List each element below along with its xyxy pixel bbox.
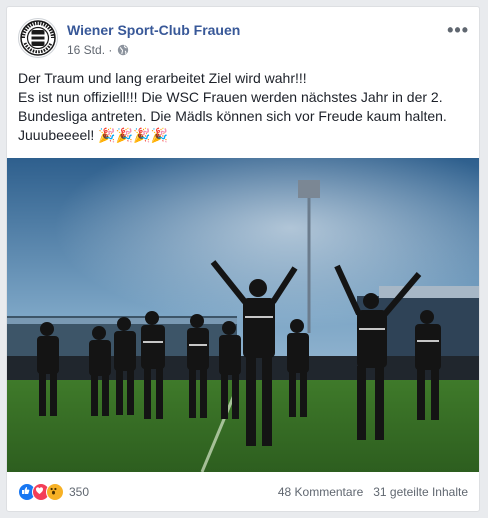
post-footer: 350 48 Kommentare 31 geteilte Inhalte	[18, 483, 468, 503]
post-meta: 16 Std. ·	[67, 43, 129, 57]
more-options-button[interactable]: •••	[447, 20, 469, 41]
wow-reaction-icon	[46, 483, 64, 501]
globe-icon[interactable]	[117, 44, 129, 56]
team-celebration-photo	[7, 158, 479, 472]
shares-count-link[interactable]: 31 geteilte Inhalte	[373, 485, 468, 499]
post-text-line: Es ist nun offiziell!!! Die WSC Frauen w…	[18, 89, 443, 105]
reaction-count[interactable]: 350	[69, 485, 89, 499]
post-text-line: Bundesliga antreten. Die Mädls können si…	[18, 108, 447, 124]
post-text: Der Traum und lang erarbeitet Ziel wird …	[18, 69, 470, 145]
post-stats: 48 Kommentare 31 geteilte Inhalte	[278, 485, 468, 499]
club-logo-icon	[20, 20, 56, 56]
post-card: Wiener Sport-Club Frauen 16 Std. · ••• D…	[6, 6, 480, 512]
comments-count-link[interactable]: 48 Kommentare	[278, 485, 363, 499]
page-name-link[interactable]: Wiener Sport-Club Frauen	[67, 22, 240, 38]
post-header: Wiener Sport-Club Frauen 16 Std. · •••	[18, 18, 471, 62]
reactions-summary[interactable]: 350	[18, 483, 89, 501]
post-text-line: Der Traum und lang erarbeitet Ziel wird …	[18, 70, 307, 86]
post-timestamp[interactable]: 16 Std. ·	[67, 43, 112, 57]
post-photo[interactable]	[7, 158, 479, 472]
page-avatar[interactable]	[18, 18, 58, 58]
post-text-line: Juuubeeeel! 🎉🎉🎉🎉	[18, 127, 168, 143]
